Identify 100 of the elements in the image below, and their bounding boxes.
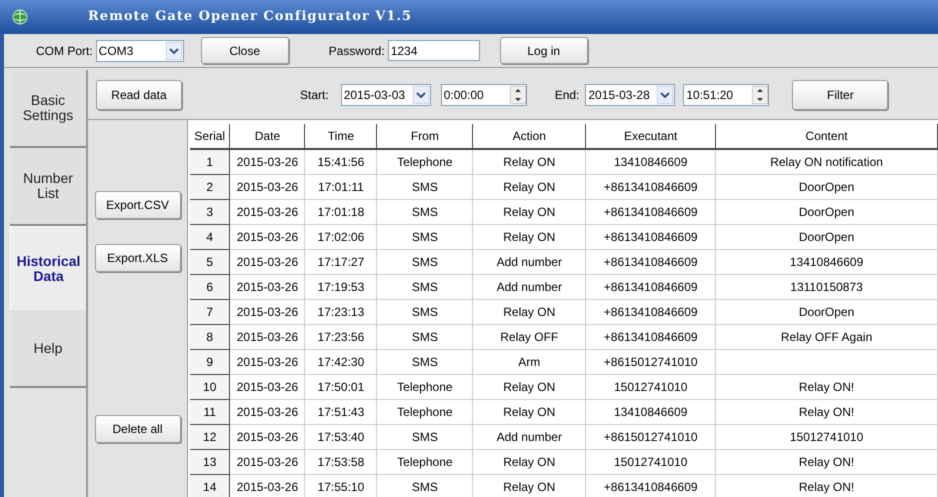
table-cell: 17:50:01	[304, 374, 377, 399]
table-cell: SMS	[376, 324, 473, 349]
table-cell: 2015-03-26	[230, 349, 305, 374]
globe-icon	[12, 9, 28, 25]
table-cell: 2015-03-26	[230, 449, 305, 474]
table-cell: Relay ON	[472, 374, 586, 399]
table-cell: 10	[190, 374, 230, 399]
spinner-arrows-icon	[510, 86, 526, 104]
start-time-field[interactable]: 0:00:00	[440, 84, 527, 106]
delete-all-button[interactable]: Delete all	[94, 415, 180, 443]
table-cell: Relay ON	[472, 299, 586, 324]
table-cell: 17:42:30	[304, 349, 377, 374]
table-cell: Relay OFF	[472, 324, 586, 349]
column-header: Date	[230, 124, 305, 149]
column-header: Executant	[586, 124, 716, 149]
table-cell: 17:55:10	[304, 474, 377, 497]
table-cell: SMS	[376, 199, 473, 224]
table-cell: Add number	[472, 249, 586, 274]
password-label: Password:	[328, 42, 385, 60]
caret-icon	[412, 86, 429, 104]
side-tab[interactable]: Historical Data	[10, 226, 86, 310]
table-cell: Telephone	[376, 399, 473, 424]
table-cell: +8613410846609	[586, 249, 716, 274]
table-cell: +8613410846609	[586, 224, 716, 249]
table-cell: 15012741010	[716, 424, 938, 449]
table-cell: Relay ON	[472, 224, 586, 249]
login-button[interactable]: Log in	[500, 37, 588, 64]
table-cell: Telephone	[376, 149, 473, 174]
caret-icon	[166, 42, 182, 60]
filter-button[interactable]: Filter	[792, 80, 888, 110]
table-cell: Relay ON	[472, 399, 586, 424]
table-cell: Relay ON!	[716, 449, 938, 474]
table-cell: 17:23:56	[304, 324, 377, 349]
export-xls-button[interactable]: Export.XLS	[94, 244, 180, 272]
table-cell: 13410846609	[716, 249, 938, 274]
table-cell: 15012741010	[586, 449, 716, 474]
read-data-button[interactable]: Read data	[96, 80, 182, 110]
table-cell: 3	[190, 199, 230, 224]
column-header: From	[376, 124, 473, 149]
table-cell: +8613410846609	[586, 474, 716, 497]
table-cell: 17:23:13	[304, 299, 377, 324]
com-port-dropdown[interactable]: COM3	[96, 40, 184, 62]
end-time-field[interactable]: 10:51:20	[683, 84, 770, 106]
table-cell: SMS	[376, 274, 473, 299]
column-header: Action	[472, 124, 586, 149]
table-cell: 15012741010	[586, 374, 716, 399]
table-cell: 17:53:40	[304, 424, 377, 449]
table-cell: 2015-03-26	[230, 224, 305, 249]
table-cell: 2015-03-26	[230, 249, 305, 274]
table-cell: 17:02:06	[304, 224, 377, 249]
table-cell: 12	[190, 424, 230, 449]
table-cell: 14	[190, 474, 230, 497]
table-cell: 2015-03-26	[230, 399, 305, 424]
table-cell: 17:01:18	[304, 199, 377, 224]
table-cell: 8	[190, 324, 230, 349]
table-cell: 2	[190, 174, 230, 199]
close-button[interactable]: Close	[200, 37, 289, 64]
table-cell: Relay ON!	[716, 374, 938, 399]
end-date-picker[interactable]: 2015-03-28	[585, 84, 676, 106]
export-csv-button[interactable]: Export.CSV	[94, 191, 180, 219]
table-cell: DoorOpen	[716, 299, 938, 324]
com-port-label: COM Port:	[36, 42, 93, 60]
table-cell: 2015-03-26	[230, 274, 305, 299]
table-cell: 17:01:11	[304, 174, 377, 199]
table-cell: 2015-03-26	[230, 199, 305, 224]
table-cell: 7	[190, 299, 230, 324]
table-cell: 4	[190, 224, 230, 249]
spinner-arrows-icon	[752, 86, 768, 104]
table-cell: +8615012741010	[586, 349, 716, 374]
table-cell: Relay ON	[472, 474, 586, 497]
table-cell: +8613410846609	[586, 199, 716, 224]
table-cell: SMS	[376, 224, 473, 249]
caret-icon	[657, 86, 674, 104]
table-cell: 2015-03-26	[230, 474, 305, 497]
table-cell: Relay ON	[472, 174, 586, 199]
table-cell: Arm	[472, 349, 586, 374]
table-cell: Relay ON notification	[716, 149, 938, 174]
table-cell: 6	[190, 274, 230, 299]
table-cell: 17:51:43	[304, 399, 377, 424]
start-label: Start:	[300, 86, 329, 104]
table-cell: Relay ON	[472, 199, 586, 224]
window-title: Remote Gate Opener Configurator V1.5	[88, 8, 412, 26]
table-cell: Telephone	[376, 449, 473, 474]
table-cell: +8615012741010	[586, 424, 716, 449]
table-cell: SMS	[376, 474, 473, 497]
password-field[interactable]: 1234	[388, 40, 480, 61]
table-cell: SMS	[376, 299, 473, 324]
table-cell: 11	[190, 399, 230, 424]
table-cell: SMS	[376, 249, 473, 274]
end-label: End:	[554, 86, 580, 104]
table-cell: Relay ON	[472, 449, 586, 474]
column-header: Serial	[190, 124, 230, 149]
start-date-picker[interactable]: 2015-03-03	[340, 84, 431, 106]
table-cell: Add number	[472, 274, 586, 299]
table-cell: 2015-03-26	[230, 424, 305, 449]
table-cell: Relay ON!	[716, 474, 938, 497]
table-cell: +8613410846609	[586, 299, 716, 324]
table-cell: 17:53:58	[304, 449, 377, 474]
table-cell: DoorOpen	[716, 224, 938, 249]
table-cell: DoorOpen	[716, 174, 938, 199]
